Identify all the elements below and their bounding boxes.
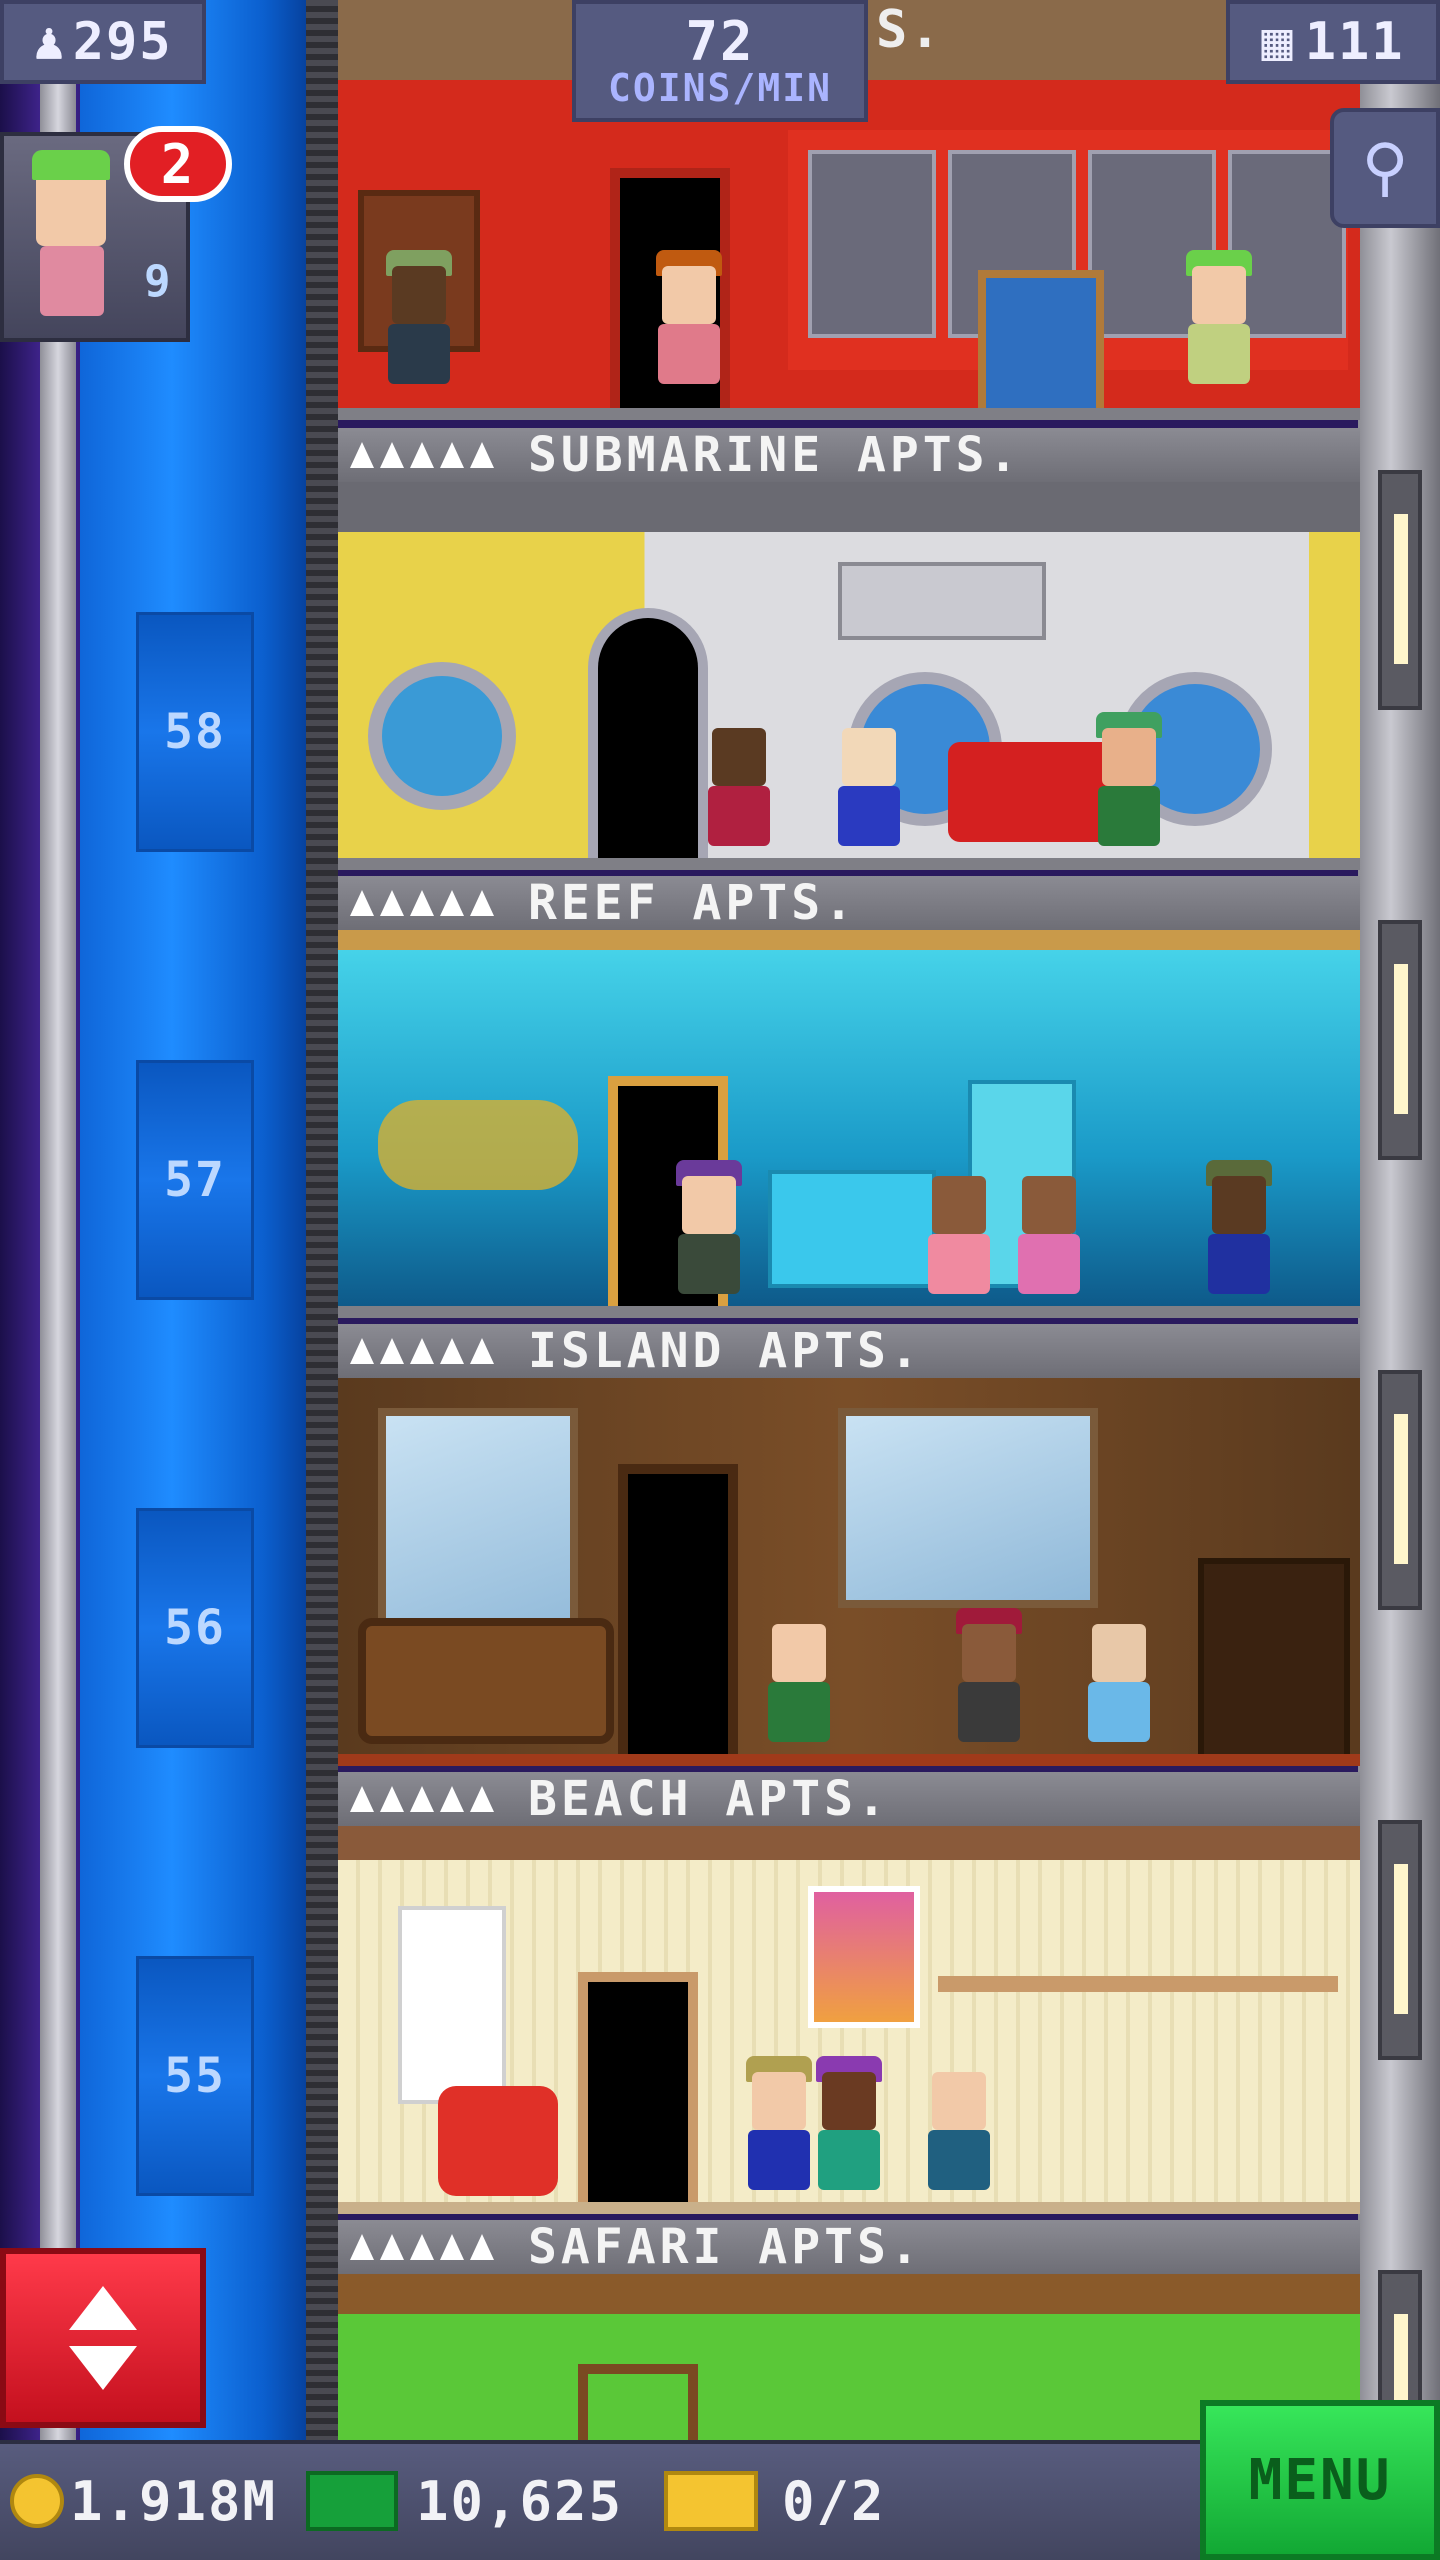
resident[interactable] [668,1156,748,1306]
partial-floor-number: 9 [144,256,173,307]
building-icon: ▦ [1261,12,1295,72]
room-ceiling [338,1826,1360,1860]
side-window [1378,1370,1422,1610]
menu-button[interactable]: MENU [1200,2400,1440,2560]
side-window [1378,920,1422,1160]
room-reef[interactable] [338,930,1360,1318]
resident[interactable] [648,246,728,396]
porthole [368,662,516,810]
floor-label-submarine[interactable]: SUBMARINE APTS. [338,427,1360,483]
wall-shelf [938,1976,1338,1992]
population-counter[interactable]: ♟ 295 [0,0,206,84]
resident[interactable] [758,1604,838,1754]
resident[interactable] [918,1156,998,1306]
rating-stars [350,1786,494,1812]
floor-name: BEACH APTS. [528,1771,890,1827]
magnifier-icon: ⚲ [1361,131,1409,205]
notification-badge: 2 [124,126,232,202]
control-panel [838,562,1046,640]
tickets-value: 0/2 [782,2469,886,2533]
floor-count-value: 111 [1304,12,1405,72]
kitchen-counter [768,1170,936,1288]
floor-label-island[interactable]: ISLAND APTS. [338,1323,1360,1379]
armchair [978,270,1104,408]
elevator-button[interactable] [0,2248,206,2428]
floor-number-58: 58 [136,612,254,852]
rating-stars [350,890,494,916]
floor-name: ISLAND APTS. [528,1323,923,1379]
side-window [1378,470,1422,710]
floor-number-55: 55 [136,1956,254,2196]
coins-rate-panel[interactable]: 72 COINS/MIN [572,0,868,122]
building-right-column [1358,0,1440,2440]
floor-count[interactable]: ▦ 111 [1226,0,1440,84]
population-value: 295 [72,12,173,72]
up-down-arrows-icon [69,2286,137,2390]
rate-unit: COINS/MIN [608,66,832,110]
floor-number-56: 56 [136,1508,254,1748]
resident[interactable] [948,1604,1028,1754]
floor-label-safari[interactable]: SAFARI APTS. [338,2219,1360,2275]
resident[interactable] [1008,1156,1088,1306]
resident[interactable] [1178,246,1258,396]
resident[interactable] [698,708,778,858]
resident[interactable] [1198,1156,1278,1306]
floor-label-beach[interactable]: BEACH APTS. [338,1771,1360,1827]
rating-stars [350,442,494,468]
floor-name: SUBMARINE APTS. [528,427,1022,483]
window [838,1408,1098,1608]
resident[interactable] [378,246,458,396]
resident[interactable] [828,708,908,858]
resident[interactable] [918,2052,998,2202]
room-ceiling [338,930,1360,950]
zoom-button[interactable]: ⚲ [1330,108,1440,228]
red-armchair [438,2086,558,2196]
coin-icon [10,2474,64,2528]
floor-label-reef[interactable]: REEF APTS. [338,875,1360,931]
bux-stat[interactable]: 10,625 [306,2466,623,2536]
bux-value: 10,625 [416,2469,624,2533]
floor-name: SAFARI APTS. [528,2219,923,2275]
floor-number-57: 57 [136,1060,254,1300]
rate-value: 72 [685,10,755,73]
room-submarine[interactable] [338,482,1360,870]
pipe-ceiling [338,482,1360,532]
room-door [588,608,708,858]
room-door [578,1972,698,2202]
building-frame [306,0,338,2440]
sunset-painting [808,1886,920,2028]
ticket-icon [664,2471,758,2531]
resident[interactable] [738,2052,818,2202]
shutter-window [398,1906,506,2104]
coins-value: 1.918M [70,2469,278,2533]
cabinet [1198,1558,1350,1754]
floor-name: REEF APTS. [528,875,857,931]
person-icon: ♟ [33,12,67,72]
room-door [618,1464,738,1754]
sofa [358,1618,614,1744]
resident[interactable] [1088,708,1168,858]
room-door [578,2364,698,2440]
bux-icon [306,2471,398,2531]
top-room-label-partial: S. [876,0,943,60]
rating-stars [350,1338,494,1364]
room-island[interactable] [338,1378,1360,1766]
elevator-rail [40,0,76,2440]
resident[interactable] [808,2052,888,2202]
tickets-stat[interactable]: 0/2 [664,2466,886,2536]
side-window [1378,1820,1422,2060]
rating-stars [350,2234,494,2260]
resident[interactable] [1078,1604,1158,1754]
coins-stat[interactable]: 1.918M [10,2466,277,2536]
coral [378,1100,578,1190]
room-beach[interactable] [338,1826,1360,2214]
